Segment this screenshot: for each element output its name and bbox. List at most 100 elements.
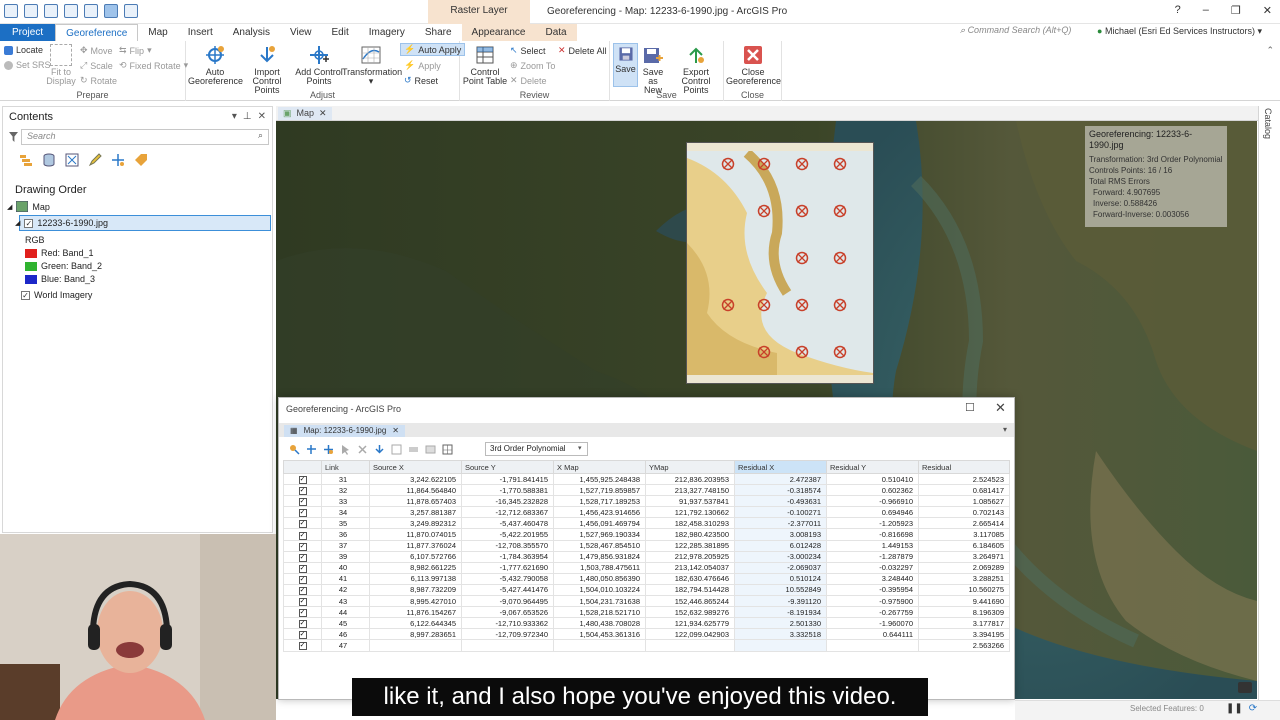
- locate-button[interactable]: Locate: [4, 45, 43, 55]
- map-view-tab[interactable]: ▣ Map ✕: [278, 107, 332, 120]
- row-enabled-checkbox[interactable]: ✓: [298, 542, 307, 551]
- row-enabled-checkbox[interactable]: ✓: [298, 531, 307, 540]
- collapse-icon[interactable]: ◢: [7, 203, 12, 211]
- delete-point-icon[interactable]: [357, 444, 368, 455]
- list-by-drawing-order-icon[interactable]: [19, 153, 33, 167]
- row-enabled-checkbox[interactable]: ✓: [298, 553, 307, 562]
- dialog-map-tab[interactable]: ▦ Map: 12233-6-1990.jpg ✕: [284, 425, 405, 437]
- table-row[interactable]: ✓ 42 8,987.732209 -5,427.441476 1,504,010.10…: [283, 583, 1010, 597]
- redo-icon[interactable]: [84, 4, 98, 18]
- control-point-marker[interactable]: [833, 157, 847, 171]
- tab-analysis[interactable]: Analysis: [223, 24, 280, 41]
- tab-imagery[interactable]: Imagery: [359, 24, 415, 41]
- close-dialog-button[interactable]: ✕: [995, 400, 1006, 416]
- column-header-check[interactable]: [283, 460, 322, 474]
- catalog-side-tab[interactable]: [1258, 106, 1280, 700]
- control-point-marker[interactable]: [757, 298, 771, 312]
- import-points-icon[interactable]: [374, 444, 385, 455]
- row-enabled-checkbox[interactable]: ✓: [298, 476, 307, 484]
- row-enabled-checkbox[interactable]: ✓: [298, 609, 307, 617]
- row-checkbox-cell[interactable]: ✓: [283, 528, 322, 541]
- pan-to-selected-icon[interactable]: [306, 444, 317, 455]
- table-row[interactable]: ✓ 35 3,249.892312 -5,437.460478 1,456,091.46…: [283, 517, 1010, 530]
- collapse-ribbon-icon[interactable]: ⌃: [1266, 45, 1274, 56]
- row-enabled-checkbox[interactable]: ✓: [298, 575, 307, 584]
- table-row[interactable]: ✓ 31 3,242.622105 -1,791.841415 1,455,925.24…: [283, 472, 1010, 486]
- select-point-icon[interactable]: [340, 444, 351, 455]
- refresh-icon[interactable]: ⟳: [1249, 703, 1257, 714]
- list-by-editing-icon[interactable]: [88, 153, 102, 167]
- transformation-dropdown[interactable]: 3rd Order Polynomial: [485, 442, 588, 456]
- list-by-data-source-icon[interactable]: [42, 153, 56, 167]
- raster-layer-item[interactable]: ◢ ✓ 12233-6-1990.jpg: [15, 218, 108, 228]
- row-checkbox-cell[interactable]: ✓: [283, 495, 322, 508]
- row-checkbox-cell[interactable]: ✓: [283, 539, 322, 552]
- list-by-snapping-icon[interactable]: [111, 153, 125, 167]
- control-point-marker[interactable]: [757, 204, 771, 218]
- row-enabled-checkbox[interactable]: ✓: [298, 598, 307, 606]
- close-georeference-button[interactable]: Close Georeference: [726, 44, 781, 86]
- close-window-button[interactable]: ✕: [1263, 4, 1272, 17]
- row-checkbox-cell[interactable]: ✓: [283, 606, 322, 619]
- rotate-button[interactable]: ↻ Rotate: [80, 75, 117, 86]
- table-row[interactable]: ✓ 36 11,870.074015 -5,422.201955 1,527,969.1…: [283, 528, 1010, 541]
- basemap-visibility-checkbox[interactable]: ✓: [21, 290, 30, 300]
- user-account[interactable]: ● Michael (Esri Ed Services Instructors)…: [1097, 26, 1262, 37]
- control-point-marker[interactable]: [833, 298, 847, 312]
- table-row[interactable]: ✓ 47 2.563266: [283, 639, 1010, 652]
- add-control-points-button[interactable]: Add Control Points: [292, 44, 346, 86]
- fixed-rotate-button[interactable]: ⟲ Fixed Rotate ▾: [119, 60, 188, 71]
- close-pane-icon[interactable]: ✕: [258, 111, 266, 122]
- tab-data[interactable]: Data: [535, 24, 577, 41]
- maximize-button[interactable]: ☐: [965, 401, 975, 414]
- column-header-source-y[interactable]: Source Y: [461, 460, 554, 474]
- transformation-button[interactable]: Transformation ▾: [342, 44, 402, 86]
- column-header-residual-y[interactable]: Residual Y: [826, 460, 919, 474]
- delete-all-button[interactable]: ✕ Delete All: [558, 45, 607, 56]
- control-point-marker[interactable]: [833, 204, 847, 218]
- tab-map[interactable]: Map: [138, 24, 177, 41]
- auto-georeference-button[interactable]: Auto Georeference: [188, 44, 243, 86]
- control-point-marker[interactable]: [795, 298, 809, 312]
- column-header-source-x[interactable]: Source X: [369, 460, 462, 474]
- control-point-marker[interactable]: [795, 345, 809, 359]
- minimize-button[interactable]: –: [1203, 4, 1209, 17]
- column-header-x-map[interactable]: X Map: [553, 460, 646, 474]
- save-as-new-button[interactable]: Save as New: [638, 44, 668, 95]
- export-control-points-button[interactable]: Export Control Points: [668, 44, 724, 95]
- save-button[interactable]: Save: [613, 43, 638, 87]
- row-checkbox-cell[interactable]: ✓: [283, 472, 322, 486]
- row-enabled-checkbox[interactable]: ✓: [298, 642, 307, 650]
- open-project-icon[interactable]: [24, 4, 38, 18]
- zoom-to-button[interactable]: ⊕ Zoom To: [510, 60, 555, 71]
- table-row[interactable]: ✓ 39 6,107.572766 -1,784.363954 1,479,856.93…: [283, 550, 1010, 563]
- row-enabled-checkbox[interactable]: ✓: [298, 631, 307, 639]
- row-checkbox-cell[interactable]: ✓: [283, 484, 322, 497]
- fit-to-display-button[interactable]: Fit to Display: [46, 44, 76, 86]
- row-checkbox-cell[interactable]: ✓: [283, 572, 322, 585]
- select-all-icon[interactable]: [391, 444, 402, 455]
- control-point-marker[interactable]: [833, 251, 847, 265]
- row-checkbox-cell[interactable]: ✓: [283, 617, 322, 630]
- select-button[interactable]: ↖ Select: [510, 45, 546, 56]
- flip-button[interactable]: ⇆ Flip ▾: [119, 45, 152, 56]
- control-point-table-button[interactable]: Control Point Table: [462, 44, 508, 86]
- table-row[interactable]: ✓ 32 11,864.564840 -1,770.588381 1,527,719.8…: [283, 484, 1010, 497]
- control-point-marker[interactable]: [757, 157, 771, 171]
- import-control-points-button[interactable]: Import Control Points: [240, 44, 294, 95]
- row-checkbox-cell[interactable]: ✓: [283, 506, 322, 519]
- scale-button[interactable]: ⤢ Scale: [80, 60, 113, 71]
- table-row[interactable]: ✓ 45 6,122.644345 -12,710.933362 1,480,438.7…: [283, 617, 1010, 630]
- collapse-icon[interactable]: ◢: [15, 219, 20, 227]
- contents-search-input[interactable]: Search ⌕: [21, 129, 269, 145]
- column-header-y-map[interactable]: YMap: [645, 460, 735, 474]
- list-by-selection-icon[interactable]: [65, 153, 79, 167]
- tab-view[interactable]: View: [280, 24, 322, 41]
- control-point-marker[interactable]: [795, 157, 809, 171]
- control-point-marker[interactable]: [721, 298, 735, 312]
- row-enabled-checkbox[interactable]: ✓: [298, 620, 307, 628]
- close-tab-icon[interactable]: ✕: [392, 425, 399, 437]
- row-checkbox-cell[interactable]: ✓: [283, 595, 322, 608]
- tab-georeference[interactable]: Georeference: [55, 24, 139, 41]
- close-map-tab-icon[interactable]: ✕: [319, 107, 327, 120]
